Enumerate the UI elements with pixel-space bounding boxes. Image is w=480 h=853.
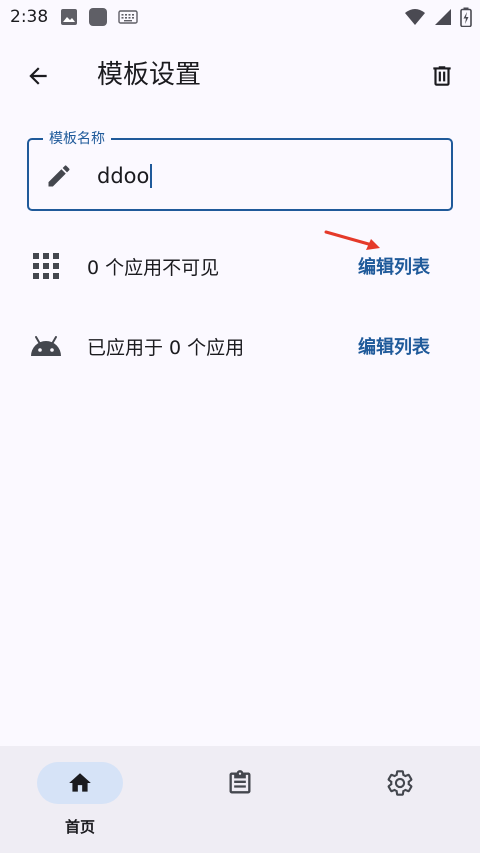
android-icon [31,336,61,356]
template-name-value: ddoo [97,164,150,188]
row-icon-container [29,249,63,283]
signal-icon [435,9,451,25]
applied-apps-text: 已应用于 0 个应用 [87,336,245,359]
status-bar: 2:38 [0,0,480,34]
template-name-input[interactable]: ddoo [97,162,417,190]
bottom-navigation: 首页 [0,746,480,853]
back-button[interactable] [20,58,56,94]
applied-apps-row: 已应用于 0 个应用 编辑列表 [0,316,480,376]
text-caret [150,164,153,188]
wifi-icon [405,9,425,25]
nav-item-clipboard[interactable] [190,762,290,842]
clipboard-icon [229,770,251,794]
nav-label-home: 首页 [64,818,95,836]
template-name-field[interactable]: 模板名称 ddoo [27,128,453,211]
arrow-left-icon [29,67,47,85]
page-title: 模板设置 [97,60,202,90]
status-notification-icons [60,7,138,27]
hidden-apps-text: 0 个应用不可见 [87,256,220,279]
nav-pill [357,762,443,804]
status-time: 2:38 [10,7,49,27]
home-icon [69,773,91,792]
template-name-label: 模板名称 [43,128,111,148]
grid-icon [33,253,59,279]
pencil-icon [48,165,70,187]
delete-button[interactable] [424,58,460,94]
edit-applied-list-button[interactable]: 编辑列表 [358,333,430,359]
battery-icon [460,7,472,27]
trash-icon [433,66,451,86]
image-icon [61,9,78,25]
nav-active-indicator [37,762,123,804]
nav-pill [197,762,283,804]
nav-item-home[interactable]: 首页 [30,762,130,842]
edit-hidden-list-button[interactable]: 编辑列表 [358,253,430,279]
keyboard-icon [118,10,138,24]
gear-icon [387,770,413,796]
hidden-apps-row: 0 个应用不可见 编辑列表 [0,236,480,296]
row-icon-container [29,329,63,363]
app-icon [89,8,108,26]
app-bar: 模板设置 [0,40,480,110]
status-system-icons [404,7,472,27]
nav-item-settings[interactable] [350,762,450,842]
